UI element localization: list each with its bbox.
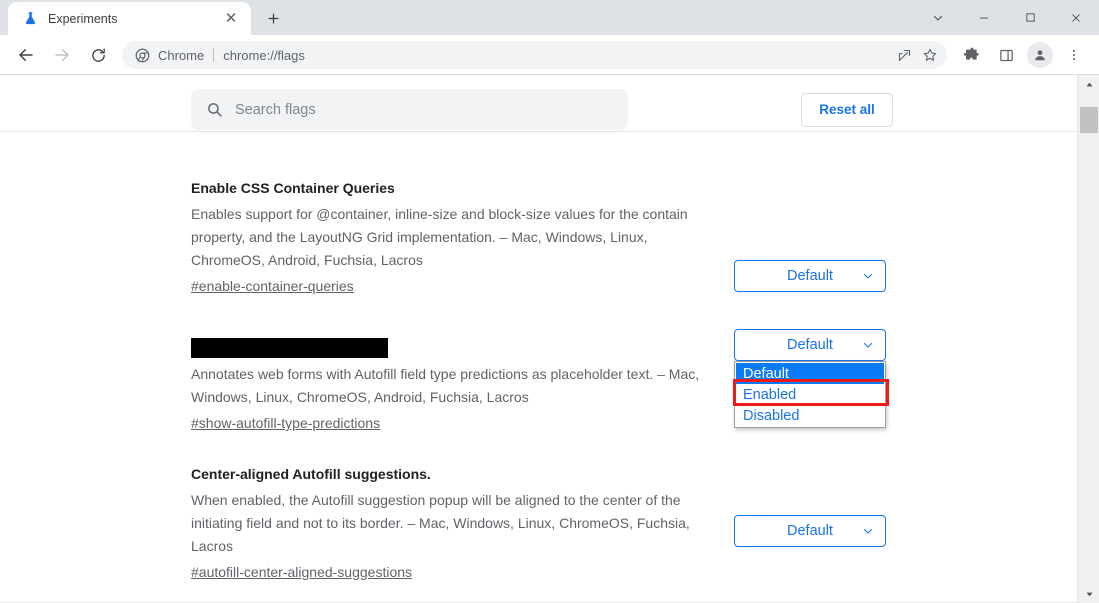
flag-select-value: Default <box>787 268 833 284</box>
flag-entry: Annotates web forms with Autofill field … <box>0 296 1077 433</box>
omnibox-url: chrome://flags <box>223 48 305 63</box>
chrome-menu-button[interactable] <box>1060 41 1088 69</box>
close-icon[interactable]: ✕ <box>221 9 241 29</box>
flag-select-value: Default <box>787 337 833 353</box>
flag-control: Default <box>734 260 886 292</box>
side-panel-button[interactable] <box>992 41 1020 69</box>
flag-control: Default <box>734 515 886 547</box>
flags-page: Reset all Enable CSS Container Queries E… <box>0 75 1077 603</box>
forward-button[interactable] <box>47 40 77 70</box>
browser-window: Experiments ✕ <box>0 0 1099 603</box>
page-scrollbar[interactable] <box>1077 75 1099 603</box>
chevron-down-icon <box>862 525 874 537</box>
flag-text-block: Center-aligned Autofill suggestions. Whe… <box>191 464 721 582</box>
minimize-button[interactable] <box>961 0 1007 35</box>
close-button[interactable] <box>1053 0 1099 35</box>
chevron-down-icon <box>862 270 874 282</box>
flags-list: Enable CSS Container Queries Enables sup… <box>0 132 1077 582</box>
flag-title: Enable CSS Container Queries <box>191 178 721 198</box>
profile-button[interactable] <box>1027 42 1053 68</box>
reload-button[interactable] <box>83 40 113 70</box>
flag-description: Annotates web forms with Autofill field … <box>191 363 721 409</box>
flag-title-redacted <box>191 338 388 358</box>
back-button[interactable] <box>11 40 41 70</box>
flag-description: When enabled, the Autofill suggestion po… <box>191 489 721 558</box>
flag-text-block: Enable CSS Container Queries Enables sup… <box>191 178 721 296</box>
flag-description: Enables support for @container, inline-s… <box>191 203 721 272</box>
omnibox-scheme-label: Chrome <box>158 48 204 63</box>
extensions-button[interactable] <box>958 41 986 69</box>
tab-experiments[interactable]: Experiments ✕ <box>8 2 251 35</box>
star-icon[interactable] <box>917 42 943 68</box>
omnibox-actions <box>891 42 943 68</box>
tab-title: Experiments <box>48 12 221 26</box>
chrome-logo-icon <box>134 47 150 63</box>
search-input[interactable] <box>235 102 614 118</box>
flag-text-block: Annotates web forms with Autofill field … <box>191 338 721 433</box>
flag-entry: Center-aligned Autofill suggestions. Whe… <box>0 433 1077 582</box>
search-row: Reset all <box>0 75 1077 131</box>
tab-strip: Experiments ✕ <box>0 0 1099 35</box>
scrollbar-thumb[interactable] <box>1080 107 1098 133</box>
flag-select-open[interactable]: Default <box>734 329 886 361</box>
browser-toolbar: Chrome chrome://flags <box>0 35 1099 75</box>
share-icon[interactable] <box>891 42 917 68</box>
tab-search-button[interactable] <box>915 0 961 35</box>
flag-select[interactable]: Default <box>734 515 886 547</box>
flag-permalink[interactable]: #enable-container-queries <box>191 276 354 296</box>
address-bar[interactable]: Chrome chrome://flags <box>122 41 947 69</box>
flag-select-value: Default <box>787 523 833 539</box>
flag-permalink[interactable]: #show-autofill-type-predictions <box>191 413 380 433</box>
option-enabled[interactable]: Enabled <box>736 384 884 405</box>
scroll-up-arrow-icon[interactable] <box>1078 75 1099 93</box>
chevron-down-icon <box>862 339 874 351</box>
maximize-button[interactable] <box>1007 0 1053 35</box>
flag-select-popup[interactable]: Default Enabled Disabled <box>734 361 886 428</box>
scroll-down-arrow-icon[interactable] <box>1078 585 1099 603</box>
omnibox-separator <box>213 48 214 62</box>
flag-permalink[interactable]: #autofill-center-aligned-suggestions <box>191 562 412 582</box>
window-controls <box>915 0 1099 35</box>
flag-control: Default Default Enabled Disabled <box>734 329 886 361</box>
new-tab-button[interactable] <box>259 4 287 32</box>
reset-all-button[interactable]: Reset all <box>801 93 893 127</box>
flask-icon <box>22 11 38 27</box>
flag-select[interactable]: Default <box>734 260 886 292</box>
page-viewport: Reset all Enable CSS Container Queries E… <box>0 75 1099 603</box>
search-icon <box>205 101 223 119</box>
option-disabled[interactable]: Disabled <box>736 405 884 426</box>
flag-title: Center-aligned Autofill suggestions. <box>191 464 721 484</box>
search-flags-box[interactable] <box>191 89 628 130</box>
option-default[interactable]: Default <box>736 363 884 384</box>
flag-entry: Enable CSS Container Queries Enables sup… <box>0 132 1077 296</box>
